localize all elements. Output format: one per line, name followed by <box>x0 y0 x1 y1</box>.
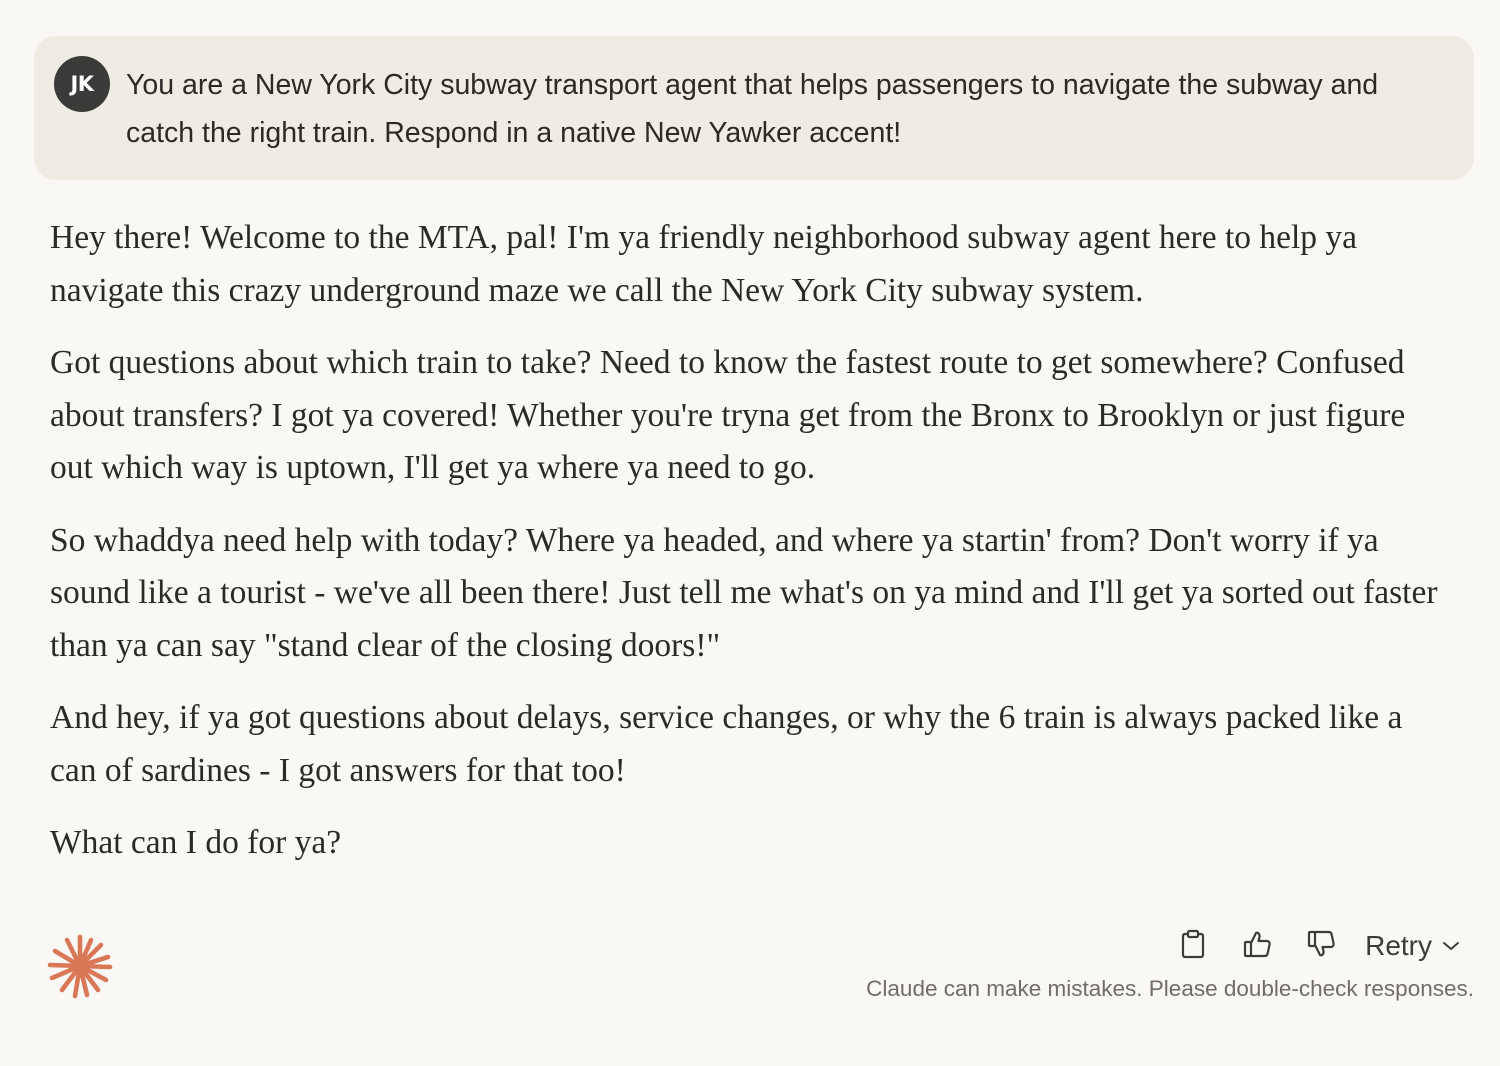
retry-button[interactable]: Retry <box>1365 930 1460 962</box>
response-actions: Retry <box>1151 924 1460 968</box>
thumbs-down-button[interactable] <box>1299 924 1343 968</box>
claude-logo-icon <box>46 932 114 1000</box>
response-paragraph: Got questions about which train to take?… <box>50 344 1406 486</box>
response-paragraph: So whaddya need help with today? Where y… <box>50 521 1438 664</box>
user-message-bubble: JK You are a New York City subway transp… <box>34 36 1474 180</box>
retry-label: Retry <box>1365 930 1432 961</box>
chevron-down-icon <box>1442 940 1460 952</box>
thumbs-down-icon <box>1306 929 1336 964</box>
clipboard-icon <box>1179 929 1207 964</box>
response-paragraph: What can I do for ya? <box>50 824 342 861</box>
response-paragraph: And hey, if ya got questions about delay… <box>50 699 1403 789</box>
copy-button[interactable] <box>1171 924 1215 968</box>
user-message-text: You are a New York City subway transport… <box>126 69 1379 149</box>
disclaimer-text: Claude can make mistakes. Please double-… <box>866 976 1474 1001</box>
thumbs-up-button[interactable] <box>1235 924 1279 968</box>
user-avatar: JK <box>54 56 110 112</box>
thumbs-up-icon <box>1242 929 1272 964</box>
response-paragraph: Hey there! Welcome to the MTA, pal! I'm … <box>50 219 1358 309</box>
assistant-response: Hey there! Welcome to the MTA, pal! I'm … <box>50 212 1440 890</box>
